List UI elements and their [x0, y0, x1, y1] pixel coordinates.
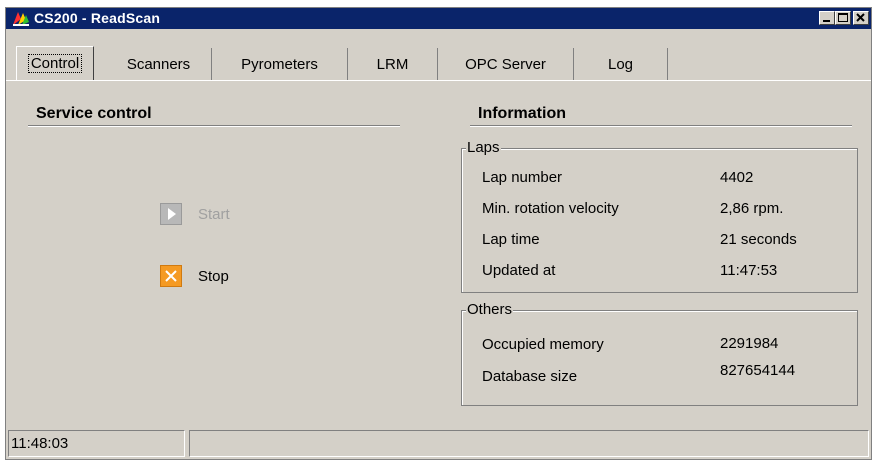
- tab-control[interactable]: Control: [16, 46, 94, 80]
- others-group-label: Others: [466, 301, 514, 318]
- updated-at-value: 11:47:53: [720, 262, 778, 279]
- title-bar[interactable]: CS200 - ReadScan: [6, 8, 871, 29]
- minimize-button[interactable]: [819, 11, 835, 25]
- occupied-memory-value: 2291984: [720, 335, 779, 352]
- close-button[interactable]: [853, 11, 869, 25]
- tab-log[interactable]: Log: [574, 48, 668, 80]
- database-size-value: 827654144: [720, 362, 796, 379]
- min-rotation-velocity-value: 2,86 rpm.: [720, 200, 784, 217]
- min-rotation-velocity-label: Min. rotation velocity: [482, 200, 619, 217]
- maximize-button[interactable]: [835, 11, 851, 25]
- others-group: Others Occupied memory 2291984 Database …: [461, 301, 858, 406]
- stop-button[interactable]: Stop: [160, 265, 229, 287]
- play-icon: [160, 203, 182, 225]
- tab-pyrometers[interactable]: Pyrometers: [212, 48, 348, 80]
- laps-group: Laps Lap number 4402 Min. rotation veloc…: [461, 139, 858, 293]
- start-button[interactable]: Start: [160, 203, 230, 225]
- window-title: CS200 - ReadScan: [34, 10, 161, 26]
- start-label: Start: [198, 205, 230, 223]
- status-bar: 11:48:03: [6, 424, 871, 459]
- tab-divider: [6, 80, 871, 81]
- service-control-divider: [28, 125, 400, 127]
- lap-number-label: Lap number: [482, 169, 563, 186]
- lap-time-value: 21 seconds: [720, 231, 797, 248]
- status-time: 11:48:03: [8, 430, 185, 457]
- lap-number-value: 4402: [720, 169, 754, 186]
- tab-strip: Control Scanners Pyrometers LRM OPC Serv…: [6, 44, 871, 80]
- service-control-title: Service control: [36, 105, 152, 122]
- app-window: CS200 - ReadScan Control Scanners Pyrome…: [5, 7, 872, 460]
- occupied-memory-label: Occupied memory: [482, 336, 604, 353]
- tab-scanners[interactable]: Scanners: [106, 48, 212, 80]
- status-message: [189, 430, 869, 457]
- stop-icon: [160, 265, 182, 287]
- information-title: Information: [478, 105, 566, 122]
- close-icon: [856, 13, 865, 22]
- tab-lrm[interactable]: LRM: [348, 48, 438, 80]
- laps-group-label: Laps: [466, 139, 501, 156]
- maximize-icon: [838, 13, 848, 22]
- tab-opc-server[interactable]: OPC Server: [438, 48, 574, 80]
- information-divider: [470, 125, 852, 127]
- lap-time-label: Lap time: [482, 231, 540, 248]
- database-size-label: Database size: [482, 368, 578, 385]
- stop-label: Stop: [198, 267, 229, 285]
- minimize-icon: [823, 20, 830, 22]
- updated-at-label: Updated at: [482, 262, 556, 279]
- app-icon: [13, 12, 29, 26]
